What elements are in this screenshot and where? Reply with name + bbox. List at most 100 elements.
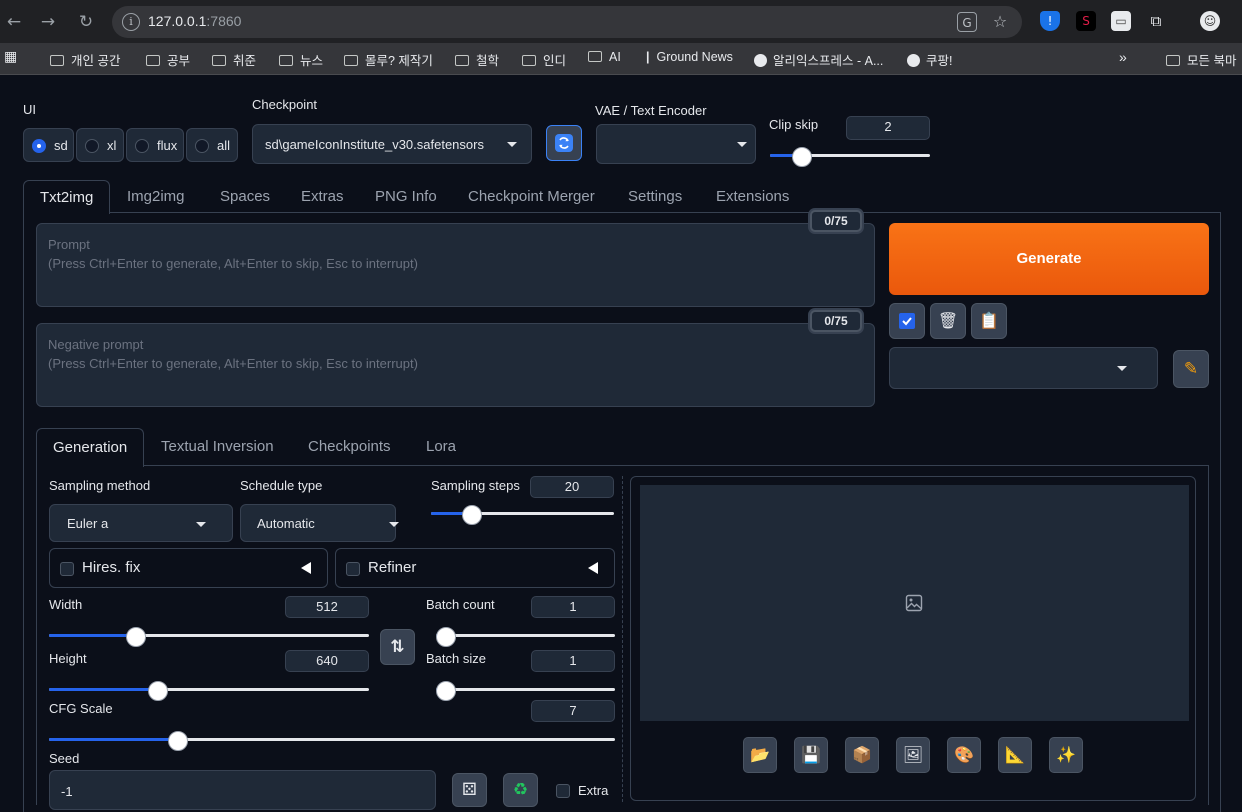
bookmark-folder[interactable]: 취준 [212,50,256,69]
bookmark-folder[interactable]: 모든 북마 [1166,50,1236,69]
ui-radio-sd[interactable]: sd [23,128,74,162]
refiner-checkbox[interactable] [346,562,360,576]
tab-img2img[interactable]: Img2img [127,180,185,214]
send-to-inpaint-button[interactable]: 🎨 [947,737,981,773]
clip-skip-slider[interactable] [770,147,930,167]
address-bar[interactable]: i 127.0.0.1:7860 G ☆ [112,6,1022,38]
bookmark-link[interactable]: | Ground News [646,50,733,64]
extensions-puzzle-icon[interactable]: ⧉ [1146,11,1166,31]
bookmark-folder[interactable]: 몰루? 제작기 [344,50,433,69]
reload-icon[interactable]: ↻ [74,10,98,34]
negative-prompt-input[interactable]: Negative prompt (Press Ctrl+Enter to gen… [36,323,875,407]
slider-thumb[interactable] [125,627,146,647]
clip-skip-input[interactable]: 2 [846,116,930,140]
bookmark-link[interactable]: 쿠팡! [907,50,952,69]
width-slider[interactable] [49,627,369,647]
slider-thumb[interactable] [462,505,483,525]
ui-radio-all[interactable]: all [186,128,238,162]
upscale-button[interactable]: ✨ [1049,737,1083,773]
cfg-scale-slider[interactable] [49,731,615,751]
forward-icon[interactable]: → [36,10,60,34]
profile-avatar[interactable]: ☺ [1200,11,1220,31]
generate-button[interactable]: Generate [889,223,1209,295]
width-input[interactable]: 512 [285,596,369,618]
read-params-button[interactable] [889,303,925,339]
zip-button[interactable]: 📦 [845,737,879,773]
tab-settings[interactable]: Settings [628,180,682,214]
send-to-extras-button[interactable]: 📐 [998,737,1032,773]
tab-lora[interactable]: Lora [426,430,456,464]
bookmark-folder[interactable]: 개인 공간 [50,50,120,69]
send-to-img2img-button[interactable]: 🖼 [896,737,930,773]
batch-count-input[interactable]: 1 [531,596,615,618]
vae-label: VAE / Text Encoder [595,103,707,118]
refiner-accordion[interactable]: Refiner [335,548,615,588]
sampling-steps-slider[interactable] [431,505,614,525]
palette-icon: 🎨 [954,745,974,764]
tab-checkpoints[interactable]: Checkpoints [308,430,391,464]
cfg-scale-input[interactable]: 7 [531,700,615,722]
refresh-checkpoint-button[interactable] [546,125,582,161]
password-manager-icon[interactable]: ! [1040,11,1060,31]
slider-thumb[interactable] [148,681,169,701]
clip-skip-label: Clip skip [769,117,819,132]
height-input[interactable]: 640 [285,650,369,672]
save-button[interactable]: 💾 [794,737,828,773]
tab-generation[interactable]: Generation [36,428,145,467]
sampling-method-dropdown[interactable]: Euler a [49,504,233,542]
batch-size-input[interactable]: 1 [531,650,615,672]
bookmark-folder[interactable]: AI [588,50,621,64]
checkpoint-dropdown[interactable]: sd\gameIconInstitute_v30.safetensors [252,124,532,164]
extra-seed-label: Extra [578,783,609,798]
prompt-input[interactable]: Prompt (Press Ctrl+Enter to generate, Al… [36,223,875,307]
sampling-steps-input[interactable]: 20 [530,476,614,498]
extension-red-icon[interactable]: S [1076,11,1096,31]
bookmark-link[interactable]: 알리익스프레스 - A... [754,50,883,69]
tab-extras[interactable]: Extras [301,180,344,214]
vae-dropdown[interactable] [596,124,756,164]
slider-thumb[interactable] [436,627,456,647]
seed-input[interactable]: -1 [49,770,436,810]
ui-radio-xl[interactable]: xl [76,128,124,162]
globe-icon [754,54,767,67]
batch-size-slider[interactable] [436,681,615,701]
open-folder-button[interactable]: 📂 [743,737,777,773]
hires-fix-checkbox[interactable] [60,562,74,576]
swap-dimensions-button[interactable]: ⇅ [380,629,415,665]
tab-png-info[interactable]: PNG Info [375,180,437,214]
batch-count-slider[interactable] [436,627,615,647]
extension-print-icon[interactable]: ▭ [1111,11,1131,31]
sparkles-icon: ✨ [1056,745,1076,764]
back-icon[interactable]: ← [2,10,26,34]
site-info-icon[interactable]: i [122,13,140,31]
height-slider[interactable] [49,681,369,701]
tab-spaces[interactable]: Spaces [220,180,270,214]
extra-seed-checkbox[interactable] [556,784,570,798]
sampling-method-label: Sampling method [49,478,151,493]
schedule-type-label: Schedule type [240,478,323,493]
bookmark-folder[interactable]: 공부 [146,50,190,69]
translate-icon[interactable]: G [957,12,977,32]
bookmark-star-icon[interactable]: ☆ [990,12,1010,32]
tab-extensions[interactable]: Extensions [716,180,789,214]
tab-txt2img[interactable]: Txt2img [23,180,111,214]
bookmark-folder[interactable]: 인디 [522,50,566,69]
slider-thumb[interactable] [167,731,188,751]
styles-dropdown[interactable] [889,347,1158,389]
apps-grid-icon[interactable]: ▦ [4,48,17,65]
hires-fix-accordion[interactable]: Hires. fix [49,548,328,588]
paste-button[interactable]: 📋 [971,303,1007,339]
slider-thumb[interactable] [792,147,813,167]
tab-checkpoint-merger[interactable]: Checkpoint Merger [468,180,595,214]
random-seed-button[interactable]: ⚄ [452,773,487,807]
bookmark-folder[interactable]: 철학 [455,50,499,69]
edit-styles-button[interactable]: ✎ [1173,350,1209,388]
trash-button[interactable]: 🗑 [930,303,966,339]
tab-textual-inversion[interactable]: Textual Inversion [161,430,274,464]
ui-radio-flux[interactable]: flux [126,128,184,162]
reuse-seed-button[interactable]: ♻ [503,773,538,807]
slider-thumb[interactable] [436,681,456,701]
more-bookmarks-icon[interactable]: » [1119,49,1127,65]
schedule-type-dropdown[interactable]: Automatic [240,504,399,542]
bookmark-folder[interactable]: 뉴스 [279,50,323,69]
